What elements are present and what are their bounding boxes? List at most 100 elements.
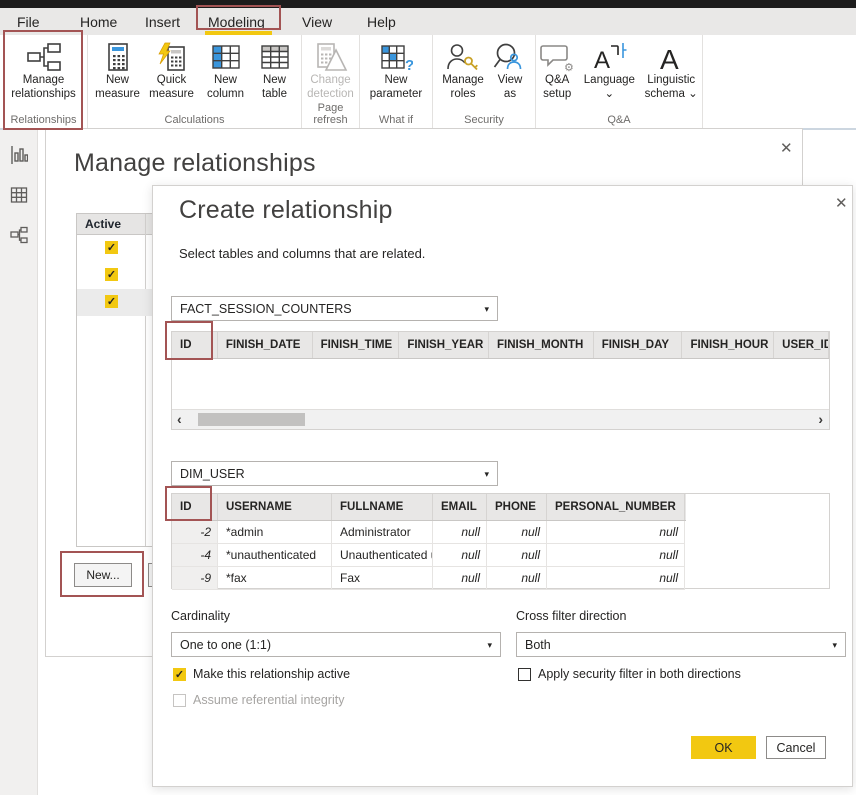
window-titlebar bbox=[0, 0, 856, 8]
table-cell: -9 bbox=[172, 567, 218, 589]
column-header-finish-month[interactable]: FINISH_MONTH bbox=[489, 332, 594, 358]
scroll-left-icon[interactable]: ‹ bbox=[177, 411, 182, 427]
ribbon-button-new-column[interactable]: Newcolumn bbox=[202, 40, 250, 101]
ok-button[interactable]: OK bbox=[691, 736, 756, 759]
ribbon-button-label: schema ⌄ bbox=[645, 88, 698, 102]
column-header-finish-year[interactable]: FINISH_YEAR bbox=[399, 332, 489, 358]
manage-roles-icon bbox=[446, 40, 480, 74]
table2-selector[interactable]: DIM_USER ▾ bbox=[171, 461, 498, 486]
create-dialog-subtitle: Select tables and columns that are relat… bbox=[179, 246, 425, 261]
ribbon-button-q-a-setup[interactable]: ⚙ Q&Asetup bbox=[536, 40, 578, 101]
ribbon-button-label: Q&A bbox=[545, 74, 569, 88]
ribbon-button-label: ⌄ bbox=[605, 88, 615, 102]
ribbon-button-label: View bbox=[498, 74, 523, 88]
checkbox-label: Apply security filter in both directions bbox=[538, 667, 741, 681]
table-cell: null bbox=[547, 544, 685, 566]
menu-item-view[interactable]: View bbox=[298, 12, 336, 32]
column-header-fullname[interactable]: FULLNAME bbox=[332, 494, 433, 520]
svg-text:?: ? bbox=[405, 57, 413, 72]
table-cell: null bbox=[487, 567, 547, 589]
cardinality-label: Cardinality bbox=[171, 609, 230, 623]
column-header-id[interactable]: ID bbox=[172, 494, 218, 520]
new-column-icon bbox=[210, 40, 242, 74]
cross-filter-label: Cross filter direction bbox=[516, 609, 626, 623]
ribbon-button-new-table[interactable]: Newtable bbox=[254, 40, 296, 101]
column-header-personal-number[interactable]: PERSONAL_NUMBER bbox=[547, 494, 685, 520]
table1-selector-value: FACT_SESSION_COUNTERS bbox=[180, 302, 352, 316]
column-header-phone[interactable]: PHONE bbox=[487, 494, 547, 520]
ribbon-button-new-measure[interactable]: Newmeasure bbox=[94, 40, 142, 101]
cross-filter-dropdown[interactable]: Both ▾ bbox=[516, 632, 846, 657]
cancel-button[interactable]: Cancel bbox=[766, 736, 826, 759]
ribbon-button-label: New bbox=[384, 74, 407, 88]
ribbon-button-label: as bbox=[504, 88, 516, 102]
menu-item-home[interactable]: Home bbox=[76, 12, 121, 32]
ribbon-group-calculations: NewmeasureQuickmeasureNewcolumnNewtable C… bbox=[88, 35, 302, 128]
active-checkbox[interactable]: ✓ bbox=[105, 241, 118, 254]
close-icon[interactable]: ✕ bbox=[835, 194, 848, 212]
menu-item-modeling[interactable]: Modeling bbox=[204, 12, 269, 32]
ribbon-button-linguistic-schema[interactable]: ALinguisticschema ⌄ bbox=[640, 40, 702, 101]
menu-item-file[interactable]: File bbox=[13, 12, 44, 32]
ribbon-group-label: Page refresh bbox=[302, 102, 359, 126]
cardinality-dropdown[interactable]: One to one (1:1) ▾ bbox=[171, 632, 501, 657]
ribbon-group-label: Calculations bbox=[88, 114, 301, 126]
option-apply-security-filter-in-both-directions[interactable]: Apply security filter in both directions bbox=[518, 667, 741, 681]
data-view-icon[interactable] bbox=[10, 186, 28, 204]
table-cell: -4 bbox=[172, 544, 218, 566]
checkbox[interactable] bbox=[518, 668, 531, 681]
ribbon-button-label: setup bbox=[543, 88, 571, 102]
active-checkbox[interactable]: ✓ bbox=[105, 295, 118, 308]
menu-item-help[interactable]: Help bbox=[363, 12, 400, 32]
ribbon-button-label: measure bbox=[95, 88, 140, 102]
view-as-icon bbox=[493, 40, 527, 74]
table-cell: *fax bbox=[218, 567, 332, 589]
checkbox-label: Make this relationship active bbox=[193, 667, 350, 681]
ribbon-button-change-detection: Changedetection bbox=[302, 40, 359, 101]
close-icon[interactable]: ✕ bbox=[780, 139, 793, 157]
svg-text:⚙: ⚙ bbox=[564, 62, 574, 72]
scrollbar-thumb[interactable] bbox=[198, 413, 305, 426]
ribbon-button-quick-measure[interactable]: Quickmeasure bbox=[146, 40, 198, 101]
new-relationship-button[interactable]: New... bbox=[74, 563, 132, 587]
dropdown-caret-icon: ▾ bbox=[487, 640, 492, 651]
checkbox bbox=[173, 694, 186, 707]
column-header-username[interactable]: USERNAME bbox=[218, 494, 332, 520]
linguistic-schema-icon: A bbox=[656, 40, 686, 74]
ribbon-button-manage-roles[interactable]: Manageroles bbox=[439, 40, 487, 101]
menu-item-insert[interactable]: Insert bbox=[141, 12, 184, 32]
table-row[interactable]: -2*adminAdministratornullnullnull bbox=[172, 521, 685, 544]
table-cell: *unauthenticated bbox=[218, 544, 332, 566]
ribbon-button-new-parameter[interactable]: ?Newparameter bbox=[364, 40, 428, 101]
table2-preview[interactable]: IDUSERNAMEFULLNAMEEMAILPHONEPERSONAL_NUM… bbox=[171, 493, 830, 589]
active-checkbox[interactable]: ✓ bbox=[105, 268, 118, 281]
new-parameter-icon: ? bbox=[379, 40, 413, 74]
column-header-id[interactable]: ID bbox=[172, 332, 218, 358]
table-row[interactable]: -9*faxFaxnullnullnull bbox=[172, 567, 685, 590]
ribbon-button-manage-relationships[interactable]: Managerelationships bbox=[2, 40, 86, 101]
report-view-icon[interactable] bbox=[10, 146, 28, 164]
model-view-icon[interactable] bbox=[10, 226, 28, 244]
column-header-email[interactable]: EMAIL bbox=[433, 494, 487, 520]
column-header-finish-date[interactable]: FINISH_DATE bbox=[218, 332, 313, 358]
table1-empty-body bbox=[172, 359, 829, 409]
column-header-user-id[interactable]: USER_ID bbox=[774, 332, 829, 358]
ribbon-button-label: roles bbox=[451, 88, 476, 102]
ribbon-group-relationships: Managerelationships Relationships bbox=[0, 35, 88, 128]
scroll-right-icon[interactable]: › bbox=[818, 411, 823, 427]
column-header-finish-hour[interactable]: FINISH_HOUR bbox=[682, 332, 774, 358]
checkbox[interactable]: ✓ bbox=[173, 668, 186, 681]
column-header-finish-time[interactable]: FINISH_TIME bbox=[313, 332, 400, 358]
ribbon-button-view-as[interactable]: Viewas bbox=[491, 40, 529, 101]
ribbon-button-language[interactable]: ALanguage⌄ bbox=[582, 40, 636, 101]
table1-hscrollbar[interactable]: ‹ › bbox=[172, 409, 829, 429]
table1-preview[interactable]: IDFINISH_DATEFINISH_TIMEFINISH_YEARFINIS… bbox=[171, 331, 830, 430]
option-make-this-relationship-active[interactable]: ✓ Make this relationship active bbox=[173, 667, 350, 681]
table-row[interactable]: -4*unauthenticatedUnauthenticated usernu… bbox=[172, 544, 685, 567]
ribbon-group-label: Security bbox=[433, 114, 535, 126]
quick-measure-icon bbox=[156, 40, 188, 74]
ribbon-group-label: Relationships bbox=[0, 114, 87, 126]
column-header-finish-day[interactable]: FINISH_DAY bbox=[594, 332, 683, 358]
ribbon-button-label: Manage bbox=[23, 74, 65, 88]
table1-selector[interactable]: FACT_SESSION_COUNTERS ▾ bbox=[171, 296, 498, 321]
